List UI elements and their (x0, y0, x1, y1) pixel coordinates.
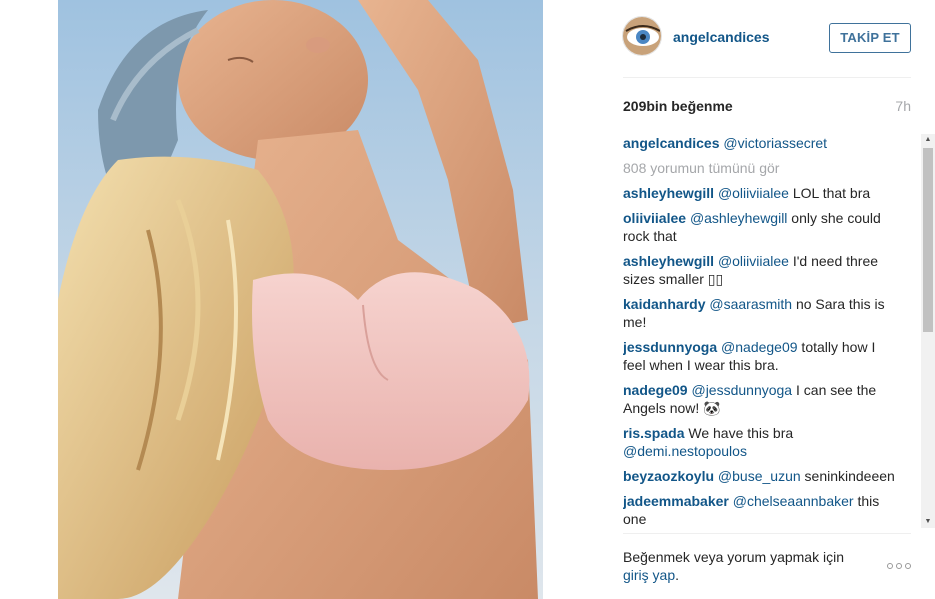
comment-mention[interactable]: @chelseaannbaker (733, 493, 854, 509)
comment-mention[interactable]: @nadege09 (721, 339, 798, 355)
comment-user[interactable]: nadege09 (623, 382, 688, 398)
comment-mention[interactable]: @oliiviialee (718, 253, 789, 269)
login-prompt-end: . (675, 567, 680, 583)
comment-user[interactable]: ashleyhewgill (623, 253, 714, 269)
comment-item: nadege09 @jessdunnyoga I can see the Ang… (623, 381, 898, 417)
comment-mention[interactable]: @saarasmith (709, 296, 792, 312)
comment-text: We have this bra (688, 425, 794, 441)
comments-scrollbar[interactable]: ▲ ▼ (921, 134, 935, 528)
more-dot (905, 563, 911, 569)
comment-mention[interactable]: @ashleyhewgill (690, 210, 787, 226)
comment-mention[interactable]: @buse_uzun (718, 468, 801, 484)
comments-list[interactable]: angelcandices @victoriassecret 808 yorum… (623, 134, 921, 528)
post-header: angelcandices TAKİP ET (622, 16, 911, 60)
comment-text: seninkindeeen (804, 468, 895, 484)
comment-item: ashleyhewgill @oliiviialee LOL that bra (623, 184, 898, 202)
likes-row: 209bin beğenme 7h (623, 98, 911, 116)
comment-user[interactable]: kaidanhardy (623, 296, 705, 312)
divider (623, 533, 911, 534)
view-all-comments-link[interactable]: 808 yorumun tümünü gör (623, 159, 921, 177)
avatar[interactable] (622, 16, 662, 56)
post-photo[interactable] (58, 0, 543, 599)
scroll-up-arrow-icon[interactable]: ▲ (921, 134, 935, 146)
comment-item: beyzaozkoylu @buse_uzun seninkindeeen (623, 467, 898, 485)
follow-button[interactable]: TAKİP ET (829, 23, 911, 53)
comment-item: jessdunnyoga @nadege09 totally how I fee… (623, 338, 898, 374)
post-photo-graphic (58, 0, 543, 599)
caption-mention[interactable]: @victoriassecret (723, 135, 827, 151)
post-details-panel: angelcandices TAKİP ET 209bin beğenme 7h… (605, 0, 935, 599)
login-prompt: Beğenmek veya yorum yapmak için giriş ya… (623, 548, 911, 584)
divider (623, 77, 911, 78)
caption-user[interactable]: angelcandices (623, 135, 720, 151)
comment-item: ashleyhewgill @oliiviialee I'd need thre… (623, 252, 898, 288)
comment-user[interactable]: ris.spada (623, 425, 684, 441)
more-dot (887, 563, 893, 569)
comment-mention[interactable]: @demi.nestopoulos (623, 443, 747, 459)
comment-mention[interactable]: @jessdunnyoga (691, 382, 792, 398)
more-options-icon[interactable] (887, 559, 913, 573)
likes-count[interactable]: 209bin beğenme (623, 98, 733, 114)
username-link[interactable]: angelcandices (673, 29, 770, 45)
comment-user[interactable]: oliiviialee (623, 210, 686, 226)
comment-item: kaidanhardy @saarasmith no Sara this is … (623, 295, 898, 331)
caption: angelcandices @victoriassecret (623, 134, 898, 152)
scrollbar-thumb[interactable] (923, 148, 933, 332)
comment-user[interactable]: beyzaozkoylu (623, 468, 714, 484)
login-prompt-text: Beğenmek veya yorum yapmak için (623, 549, 844, 565)
login-link[interactable]: giriş yap (623, 567, 675, 583)
post-time[interactable]: 7h (895, 98, 911, 114)
more-dot (896, 563, 902, 569)
comment-mention[interactable]: @oliiviialee (718, 185, 789, 201)
comment-user[interactable]: jessdunnyoga (623, 339, 717, 355)
comment-item: jadeemmabaker @chelseaannbaker this one (623, 492, 898, 528)
scroll-down-arrow-icon[interactable]: ▼ (921, 516, 935, 528)
comment-user[interactable]: jadeemmabaker (623, 493, 729, 509)
comment-item: ris.spada We have this bra @demi.nestopo… (623, 424, 898, 460)
comment-item: oliiviialee @ashleyhewgill only she coul… (623, 209, 898, 245)
comment-text: LOL that bra (788, 185, 871, 201)
comment-user[interactable]: ashleyhewgill (623, 185, 714, 201)
avatar-image (623, 17, 661, 55)
